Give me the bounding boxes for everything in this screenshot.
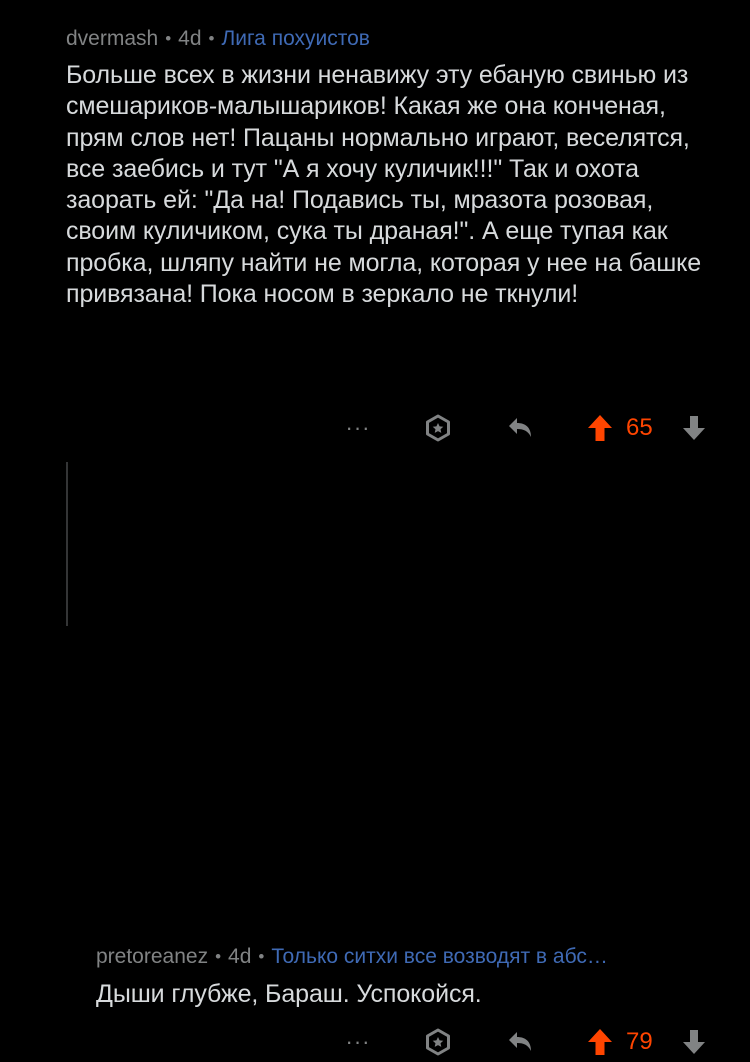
comment: dvermash • 4d • Лига похуистов Больше вс… bbox=[0, 0, 750, 460]
upvote-button[interactable] bbox=[582, 1022, 618, 1062]
award-icon bbox=[423, 1027, 453, 1057]
user-flair: Только ситхи все возводят в абс… bbox=[271, 945, 608, 968]
more-options-button[interactable]: ··· bbox=[340, 1022, 376, 1062]
downvote-button[interactable] bbox=[678, 1022, 710, 1062]
meta-separator: • bbox=[215, 947, 222, 966]
vote-score: 65 bbox=[626, 414, 653, 441]
comment-meta: dvermash • 4d • Лига похуистов bbox=[66, 27, 736, 51]
reply-icon bbox=[505, 1027, 535, 1057]
upvote-icon bbox=[586, 1027, 614, 1057]
meta-separator: • bbox=[208, 29, 215, 48]
meta-separator: • bbox=[165, 29, 172, 48]
reply-button[interactable] bbox=[500, 1022, 540, 1062]
user-flair: Лига похуистов bbox=[221, 27, 370, 50]
upvote-icon bbox=[586, 413, 614, 443]
reply-comment: pretoreanez • 4d • Только ситхи все возв… bbox=[0, 460, 750, 1056]
meta-separator: • bbox=[258, 947, 265, 966]
comment-meta: pretoreanez • 4d • Только ситхи все возв… bbox=[96, 945, 736, 969]
downvote-icon bbox=[681, 414, 707, 442]
reply-button[interactable] bbox=[500, 408, 540, 448]
timestamp: 4d bbox=[228, 945, 252, 968]
more-options-button[interactable]: ··· bbox=[340, 408, 376, 448]
username[interactable]: pretoreanez bbox=[96, 945, 208, 969]
timestamp: 4d bbox=[178, 27, 202, 50]
comment-body: Дыши глубже, Бараш. Успокойся. bbox=[96, 980, 482, 1008]
upvote-button[interactable] bbox=[582, 408, 618, 448]
more-options-icon: ··· bbox=[345, 1029, 371, 1054]
comment-actions: ··· 79 bbox=[0, 1022, 750, 1062]
award-button[interactable] bbox=[418, 408, 458, 448]
comment-actions: ··· 65 bbox=[0, 408, 750, 448]
award-icon bbox=[423, 413, 453, 443]
more-options-icon: ··· bbox=[345, 415, 371, 440]
downvote-icon bbox=[681, 1028, 707, 1056]
username[interactable]: dvermash bbox=[66, 27, 158, 51]
reply-icon bbox=[505, 413, 535, 443]
downvote-button[interactable] bbox=[678, 408, 710, 448]
vote-score: 79 bbox=[626, 1028, 653, 1055]
award-button[interactable] bbox=[418, 1022, 458, 1062]
comment-body: Больше всех в жизни ненавижу эту ебаную … bbox=[66, 61, 702, 309]
